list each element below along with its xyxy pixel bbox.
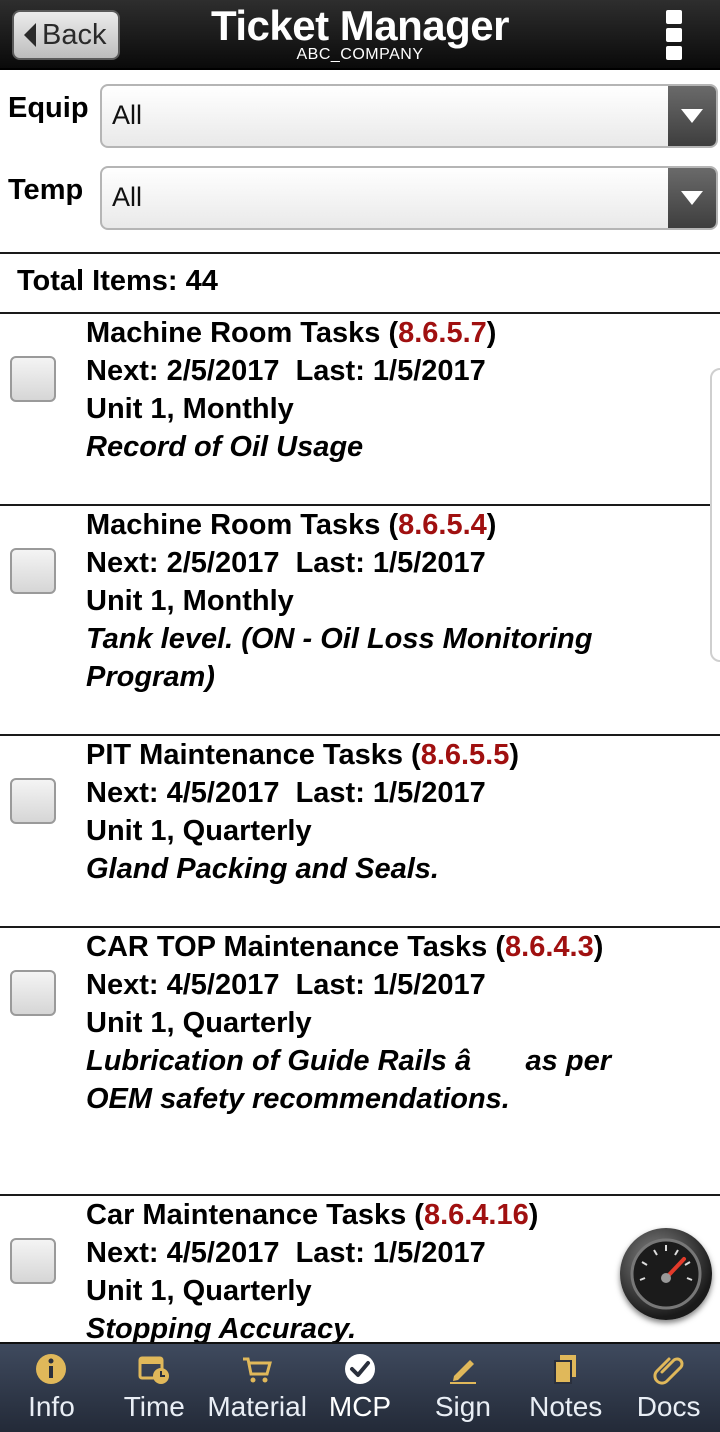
check-circle-icon [345, 1354, 375, 1384]
item-schedule: Next: 2/5/2017 Last: 1/5/2017 [86, 547, 486, 579]
item-description: Lubrication of Guide Rails â as per OE… [86, 1045, 611, 1115]
tab-label: MCP [328, 1391, 392, 1422]
tab-info[interactable]: Info [0, 1344, 103, 1432]
item-code: 8.6.5.7 [398, 317, 487, 349]
tab-label: Docs [636, 1391, 701, 1422]
chevron-down-icon [681, 109, 703, 123]
page-title: Ticket Manager [210, 2, 510, 49]
item-checkbox[interactable] [10, 1238, 56, 1284]
item-title: Car Maintenance Tasks (8.6.4.16) [86, 1199, 539, 1231]
item-unit: Unit 1, Monthly [86, 393, 294, 425]
speedometer-icon[interactable] [620, 1228, 712, 1320]
item-code: 8.6.4.16 [423, 1199, 529, 1231]
item-unit: Unit 1, Monthly [86, 585, 294, 617]
divider [0, 252, 720, 254]
scrollbar[interactable] [710, 368, 720, 662]
equip-select-toggle[interactable] [668, 86, 716, 146]
equip-select-value: All [112, 100, 143, 130]
notes-icon [553, 1355, 576, 1384]
item-description: Record of Oil Usage [86, 431, 364, 463]
item-title: PIT Maintenance Tasks (8.6.5.5) [86, 739, 520, 771]
item-checkbox[interactable] [10, 778, 56, 824]
equip-label: Equip [8, 92, 89, 124]
item-schedule: Next: 4/5/2017 Last: 1/5/2017 [86, 969, 486, 1001]
item-schedule: Next: 4/5/2017 Last: 1/5/2017 [86, 1237, 486, 1269]
app-header: Back Ticket Manager ABC_COMPANY [0, 0, 720, 70]
item-title: Machine Room Tasks (8.6.5.7) [86, 317, 497, 349]
overflow-menu-button[interactable] [666, 10, 684, 60]
cart-icon [243, 1357, 273, 1383]
item-unit: Unit 1, Quarterly [86, 815, 312, 847]
bottom-tab-bar: Info Time Material MCP Sign Notes Docs [0, 1342, 720, 1432]
temp-label: Temp [8, 174, 84, 206]
tab-mcp[interactable]: MCP [309, 1344, 412, 1432]
item-description: Tank level. (ON - Oil Loss Monitoring Pr… [86, 623, 593, 693]
temp-select[interactable]: All [100, 166, 718, 230]
item-code: 8.6.4.3 [505, 931, 594, 963]
tab-notes[interactable]: Notes [514, 1344, 617, 1432]
calendar-clock-icon [138, 1356, 170, 1384]
menu-dot-icon [666, 46, 682, 60]
menu-dot-icon [666, 28, 682, 42]
menu-dot-icon [666, 10, 682, 24]
tab-label: Sign [434, 1391, 491, 1422]
total-items-count: Total Items: 44 [17, 265, 218, 297]
item-code: 8.6.5.5 [420, 739, 510, 771]
tab-material[interactable]: Material [206, 1344, 309, 1432]
item-unit: Unit 1, Quarterly [86, 1275, 312, 1307]
tab-docs[interactable]: Docs [617, 1344, 720, 1432]
tab-sign[interactable]: Sign [411, 1344, 514, 1432]
tab-label: Info [28, 1391, 75, 1422]
tab-time[interactable]: Time [103, 1344, 206, 1432]
info-icon [36, 1354, 67, 1384]
item-title: CAR TOP Maintenance Tasks (8.6.4.3) [86, 931, 604, 963]
tab-label: Material [207, 1391, 307, 1422]
temp-select-value: All [112, 182, 143, 212]
tab-label: Notes [529, 1391, 603, 1422]
temp-select-toggle[interactable] [668, 168, 716, 228]
company-name: ABC_COMPANY [296, 46, 424, 63]
item-description: Gland Packing and Seals. [86, 853, 439, 885]
item-unit: Unit 1, Quarterly [86, 1007, 312, 1039]
item-checkbox[interactable] [10, 548, 56, 594]
item-checkbox[interactable] [10, 356, 56, 402]
item-code: 8.6.5.4 [398, 509, 487, 541]
tab-label: Time [123, 1391, 185, 1422]
item-schedule: Next: 2/5/2017 Last: 1/5/2017 [86, 355, 486, 387]
item-title: Machine Room Tasks (8.6.5.4) [86, 509, 497, 541]
chevron-down-icon [681, 191, 703, 205]
item-checkbox[interactable] [10, 970, 56, 1016]
equip-select[interactable]: All [100, 84, 718, 148]
pen-icon [449, 1360, 476, 1384]
paperclip-icon [653, 1357, 684, 1385]
item-schedule: Next: 4/5/2017 Last: 1/5/2017 [86, 777, 486, 809]
